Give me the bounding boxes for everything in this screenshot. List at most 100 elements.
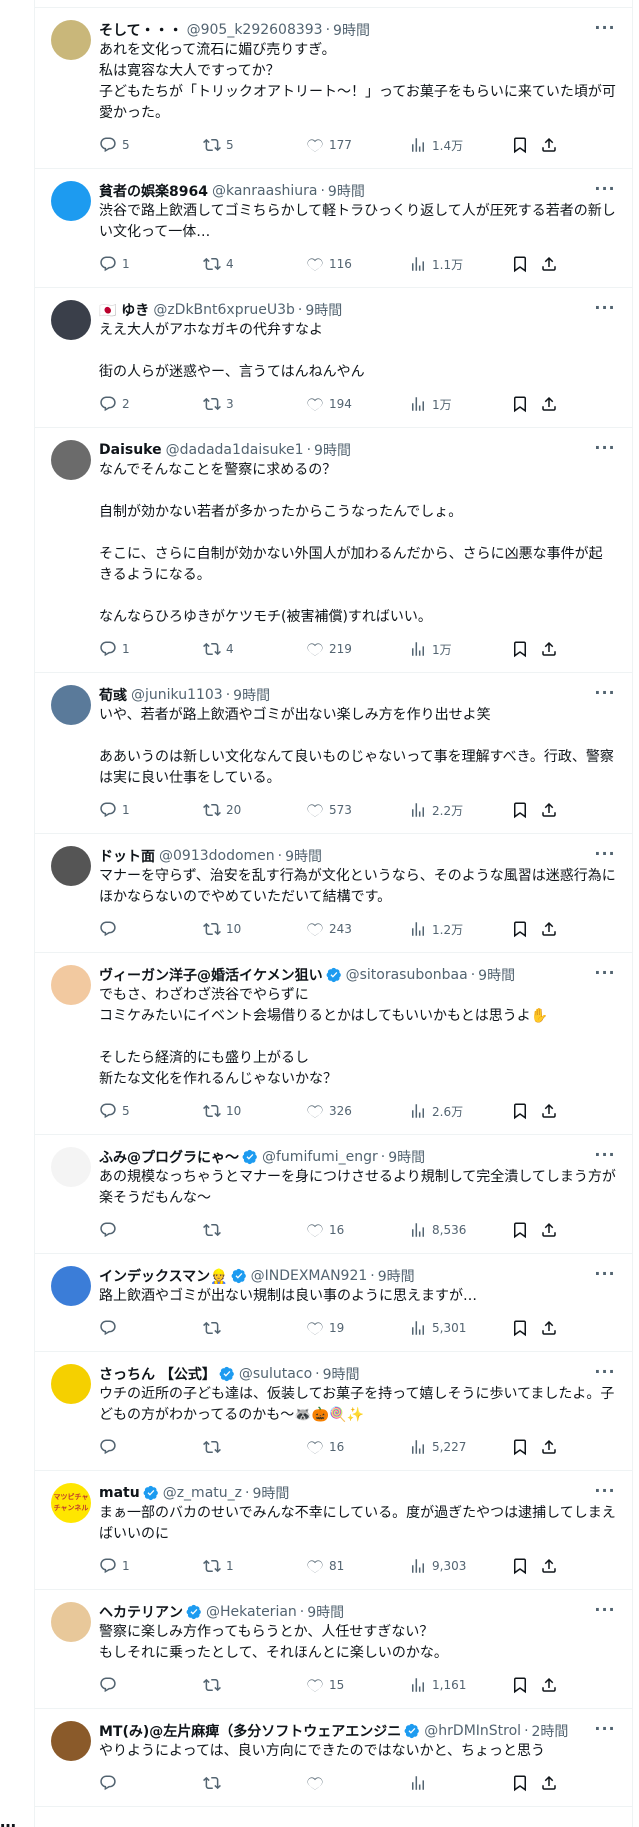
tweet-time[interactable]: 2時間 <box>532 1721 569 1741</box>
avatar[interactable] <box>51 1364 91 1404</box>
author-name[interactable]: さっちん 【公式】 <box>99 1364 216 1384</box>
retweet-button[interactable] <box>203 1774 226 1792</box>
share-button[interactable] <box>540 640 563 658</box>
author-handle[interactable]: @0913dodomen <box>159 848 275 864</box>
author-name[interactable]: ドット面 <box>99 846 155 866</box>
reply-tweet[interactable]: ··· ドット面 @0913dodomen · 9時間 マナーを守らず、治安を乱す行為が文… <box>35 834 632 953</box>
like-button[interactable]: 81 <box>306 1557 344 1575</box>
more-options-icon[interactable]: ··· <box>594 1264 616 1284</box>
author-handle[interactable]: @fumifumi_engr <box>262 1149 378 1165</box>
tweet-time[interactable]: 9時間 <box>388 1147 425 1167</box>
author-name[interactable]: 貧者の娯楽8964 <box>99 181 208 201</box>
more-options-icon[interactable]: ··· <box>594 1600 616 1620</box>
author-name[interactable]: ヘカテリアン <box>99 1602 183 1622</box>
reply-tweet[interactable]: ··· ヴィーガン洋子@婚活イケメン狙い @sitorasubonbaa · 9時間 でも… <box>35 953 632 1135</box>
like-button[interactable]: 219 <box>306 640 352 658</box>
reply-tweet[interactable]: ··· 貧者の娯楽8964 @kanraashiura · 9時間 渋谷で路上飲酒してゴミ… <box>35 169 632 288</box>
author-handle[interactable]: @INDEXMAN921 <box>251 1268 368 1284</box>
author-handle[interactable]: @sitorasubonbaa <box>346 967 468 983</box>
retweet-button[interactable]: 20 <box>203 801 241 819</box>
author-name[interactable]: matu <box>99 1485 140 1501</box>
tweet-time[interactable]: 9時間 <box>233 685 270 705</box>
like-button[interactable]: 16 <box>306 1438 344 1456</box>
author-handle[interactable]: @zDkBnt6xprueU3b <box>153 302 295 318</box>
reply-tweet[interactable]: ··· インデックスマン👷 @INDEXMAN921 · 9時間 路上飲酒やゴミが出ない規… <box>35 1254 632 1352</box>
bookmark-button[interactable] <box>511 1221 534 1239</box>
avatar[interactable] <box>51 965 91 1005</box>
like-button[interactable]: 326 <box>306 1102 352 1120</box>
like-button[interactable]: 194 <box>306 395 352 413</box>
avatar[interactable]: マツピチャ チャンネル <box>51 1483 91 1523</box>
bookmark-button[interactable] <box>511 640 534 658</box>
like-button[interactable]: 573 <box>306 801 352 819</box>
reply-button[interactable]: 5 <box>99 1102 130 1120</box>
reply-button[interactable]: 2 <box>99 395 130 413</box>
retweet-button[interactable] <box>203 1676 226 1694</box>
more-options-icon[interactable]: ··· <box>594 683 616 703</box>
reply-button[interactable] <box>99 1774 122 1792</box>
views-button[interactable]: 2.6万 <box>409 1102 463 1120</box>
reply-tweet[interactable]: ··· 荀彧 @juniku1103 · 9時間 いや、若者が路上飲酒やゴミが出ない楽しみ… <box>35 673 632 834</box>
author-name[interactable]: ヴィーガン洋子@婚活イケメン狙い <box>99 965 323 985</box>
more-options-icon[interactable]: ··· <box>594 963 616 983</box>
share-button[interactable] <box>540 1221 563 1239</box>
bookmark-button[interactable] <box>511 255 534 273</box>
author-handle[interactable]: @Hekaterian <box>206 1604 297 1620</box>
author-handle[interactable]: @juniku1103 <box>131 687 223 703</box>
share-button[interactable] <box>540 1774 563 1792</box>
tweet-time[interactable]: 9時間 <box>305 300 342 320</box>
views-button[interactable]: 8,536 <box>409 1221 466 1239</box>
bookmark-button[interactable] <box>511 136 534 154</box>
tweet-time[interactable]: 9時間 <box>285 846 322 866</box>
like-button[interactable]: 16 <box>306 1221 344 1239</box>
bookmark-button[interactable] <box>511 801 534 819</box>
like-button[interactable]: 19 <box>306 1319 344 1337</box>
reply-tweet[interactable]: ··· MT(み)@左片麻痺（多分ソフトウェアエンジニ @hrDMInStrol · 2… <box>35 1709 632 1807</box>
reply-tweet[interactable]: ··· 🇯🇵 ゆき @zDkBnt6xprueU3b · 9時間 ええ大人がアホなガキの代… <box>35 288 632 428</box>
more-options-icon[interactable]: ··· <box>594 1481 616 1501</box>
retweet-button[interactable]: 1 <box>203 1557 234 1575</box>
retweet-button[interactable] <box>203 1319 226 1337</box>
more-options-icon[interactable]: ··· <box>594 438 616 458</box>
more-options-icon[interactable]: ··· <box>594 18 616 38</box>
author-handle[interactable]: @z_matu_z <box>163 1485 242 1501</box>
reply-tweet[interactable]: ··· ヘカテリアン @Hekaterian · 9時間 警察に楽しみ方作ってもらうとか、… <box>35 1590 632 1709</box>
like-button[interactable]: 177 <box>306 136 352 154</box>
reply-button[interactable]: 1 <box>99 640 130 658</box>
retweet-button[interactable]: 4 <box>203 640 234 658</box>
reply-button[interactable]: 5 <box>99 136 130 154</box>
bookmark-button[interactable] <box>511 1319 534 1337</box>
author-name[interactable]: そして・・・ <box>99 20 183 40</box>
reply-button[interactable]: 1 <box>99 1557 130 1575</box>
views-button[interactable]: 1.2万 <box>409 920 463 938</box>
share-button[interactable] <box>540 1438 563 1456</box>
views-button[interactable]: 2.2万 <box>409 801 463 819</box>
views-button[interactable]: 1,161 <box>409 1676 466 1694</box>
author-name[interactable]: Daisuke <box>99 442 162 458</box>
retweet-button[interactable] <box>203 1438 226 1456</box>
views-button[interactable]: 1.1万 <box>409 255 463 273</box>
views-button[interactable]: 1万 <box>409 640 452 658</box>
share-button[interactable] <box>540 1676 563 1694</box>
reply-button[interactable] <box>99 1438 122 1456</box>
author-handle[interactable]: @905_k292608393 <box>187 22 323 38</box>
author-handle[interactable]: @dadada1daisuke1 <box>166 442 304 458</box>
avatar[interactable] <box>51 1721 91 1761</box>
share-button[interactable] <box>540 1557 563 1575</box>
reply-button[interactable] <box>99 1319 122 1337</box>
share-button[interactable] <box>540 920 563 938</box>
retweet-button[interactable]: 3 <box>203 395 234 413</box>
author-name[interactable]: 🇯🇵 ゆき <box>99 300 149 320</box>
bookmark-button[interactable] <box>511 1102 534 1120</box>
tweet-time[interactable]: 9時間 <box>307 1602 344 1622</box>
reply-button[interactable] <box>99 1676 122 1694</box>
tweet-time[interactable]: 9時間 <box>378 1266 415 1286</box>
author-name[interactable]: インデックスマン👷 <box>99 1266 228 1286</box>
avatar[interactable] <box>51 300 91 340</box>
share-button[interactable] <box>540 136 563 154</box>
author-handle[interactable]: @hrDMInStrol <box>424 1723 521 1739</box>
reply-button[interactable] <box>99 920 122 938</box>
tweet-time[interactable]: 9時間 <box>328 181 365 201</box>
views-button[interactable]: 9,303 <box>409 1557 466 1575</box>
bookmark-button[interactable] <box>511 1676 534 1694</box>
